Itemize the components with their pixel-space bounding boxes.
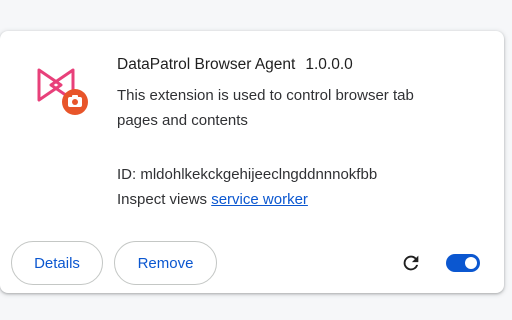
extension-title-row: DataPatrol Browser Agent 1.0.0.0 — [117, 54, 487, 76]
inspect-views-row: Inspect views service worker — [117, 189, 308, 211]
datapatrol-logo-icon — [37, 68, 88, 115]
toggle-knob — [465, 257, 477, 269]
details-button[interactable]: Details — [11, 241, 103, 285]
extension-name: DataPatrol Browser Agent — [117, 56, 296, 73]
enable-toggle[interactable] — [446, 254, 480, 272]
service-worker-link[interactable]: service worker — [211, 191, 308, 208]
extension-version: 1.0.0.0 — [305, 56, 353, 73]
inspect-views-label: Inspect views — [117, 191, 208, 208]
remove-button[interactable]: Remove — [114, 241, 217, 285]
extension-description: This extension is used to control browse… — [117, 87, 414, 129]
extensions-page: DataPatrol Browser Agent 1.0.0.0 This ext… — [0, 0, 512, 320]
extension-id: ID: mldohlkekckgehijeeclngddnnnokfbb — [117, 166, 378, 183]
extension-info: DataPatrol Browser Agent 1.0.0.0 This ext… — [117, 54, 487, 133]
reload-icon[interactable] — [400, 252, 422, 274]
